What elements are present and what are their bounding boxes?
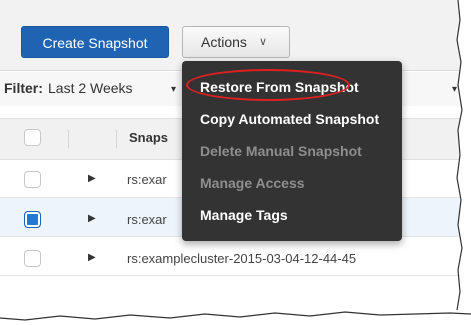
row-checkbox-checked[interactable] [24, 211, 41, 228]
actions-button[interactable]: Actions ∨ [182, 26, 290, 58]
menu-item-manage-tags[interactable]: Manage Tags [200, 207, 288, 223]
row-checkbox[interactable] [24, 171, 41, 188]
snapshot-name: rs:examplecluster-2015-03-04-12-44-45 [127, 251, 357, 266]
select-all-checkbox[interactable] [24, 129, 41, 146]
column-divider [116, 130, 117, 148]
filter-caret-icon[interactable]: ▾ [171, 84, 176, 95]
expand-arrow-icon[interactable]: ▶ [88, 213, 96, 224]
filter-label: Filter: [4, 80, 43, 96]
expand-arrow-icon[interactable]: ▶ [88, 252, 96, 263]
filter-select[interactable]: Last 2 Weeks [48, 80, 133, 96]
column-divider [68, 130, 69, 148]
create-snapshot-button[interactable]: Create Snapshot [21, 26, 169, 58]
menu-item-delete-manual-snapshot: Delete Manual Snapshot [200, 143, 362, 159]
column-header-snapshot[interactable]: Snaps [129, 130, 168, 145]
expand-arrow-icon[interactable]: ▶ [88, 173, 96, 184]
menu-item-manage-access: Manage Access [200, 175, 305, 191]
console-panel: Create Snapshot Actions ∨ Filter: Last 2… [0, 0, 466, 318]
torn-edge-bottom [0, 311, 471, 325]
actions-label: Actions [201, 34, 247, 50]
snapshot-name: rs:exar [127, 212, 167, 227]
highlight-circle [186, 69, 350, 101]
row-checkbox[interactable] [24, 250, 41, 267]
menu-item-copy-automated-snapshot[interactable]: Copy Automated Snapshot [200, 111, 379, 127]
chevron-down-icon: ∨ [259, 36, 268, 48]
torn-edge-right [456, 0, 471, 325]
snapshot-name: rs:exar [127, 172, 167, 187]
